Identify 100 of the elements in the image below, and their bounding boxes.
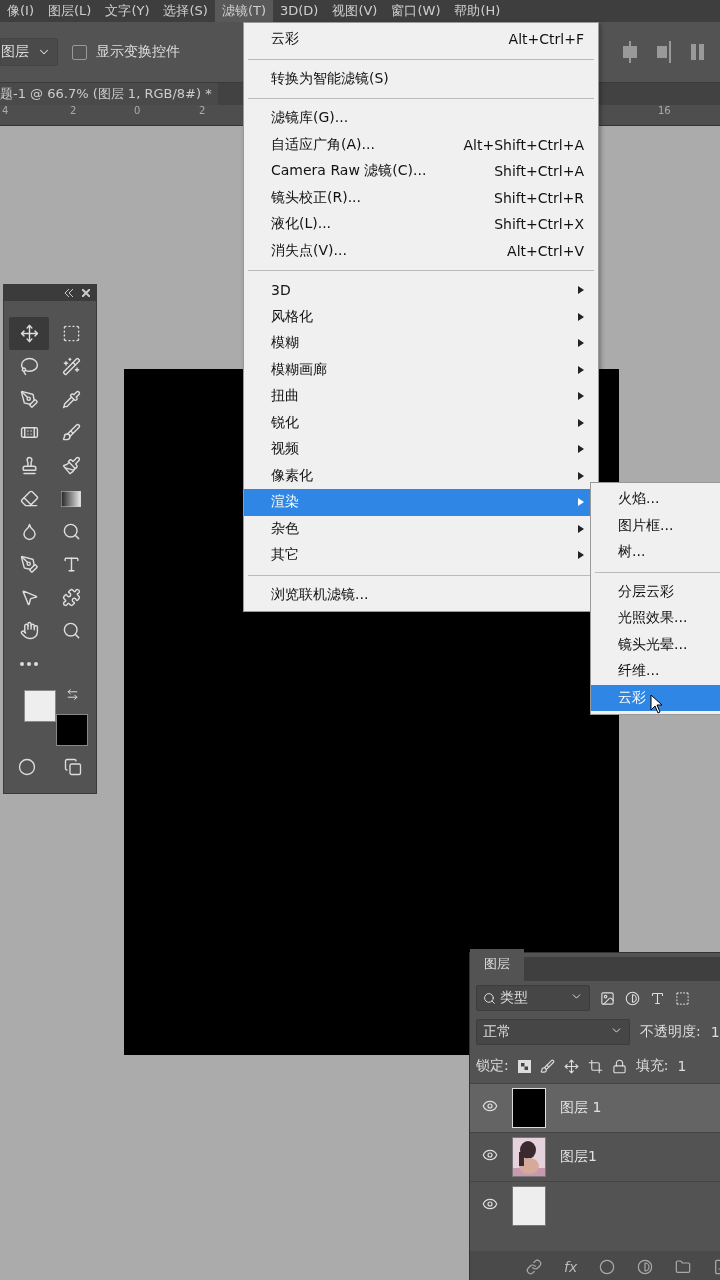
eye-icon <box>482 1196 498 1212</box>
align-center-icon[interactable] <box>622 41 638 63</box>
collapse-icon[interactable] <box>64 289 74 297</box>
ruler-label: 16 <box>657 105 672 116</box>
path-select-icon <box>19 588 39 607</box>
menu-item[interactable]: 文字(Y) <box>98 0 157 22</box>
menu-item[interactable]: 图层(L) <box>41 0 99 22</box>
menu-item[interactable]: 3D <box>244 277 598 304</box>
link-icon <box>526 1259 542 1275</box>
pen-tool-icon <box>19 555 39 574</box>
eyedropper-icon <box>61 390 81 409</box>
menu-item[interactable]: 风格化 <box>244 303 598 330</box>
layer-name: 图层 1 <box>560 1099 602 1117</box>
shortcut: Shift+Ctrl+R <box>494 189 584 206</box>
shortcut: Shift+Ctrl+X <box>494 216 584 233</box>
quick-mask-icon <box>18 758 36 776</box>
filter-dropdown[interactable]: 类型 <box>476 985 590 1011</box>
submenu-arrow-icon <box>578 312 584 321</box>
distribute-icon[interactable] <box>690 41 706 63</box>
magic-wand-icon <box>61 357 81 376</box>
ruler-label: 0 <box>133 105 142 116</box>
checkbox[interactable] <box>72 44 87 60</box>
layer-thumbnail <box>512 1186 546 1226</box>
target-dropdown[interactable]: 图层 <box>0 38 58 66</box>
image-filter-icon <box>600 990 615 1006</box>
panel-tab[interactable]: 图层 <box>470 949 524 981</box>
custom-shape-icon <box>61 588 81 607</box>
menu-item[interactable]: 滤镜(T) <box>214 0 273 22</box>
submenu-arrow-icon <box>578 365 584 374</box>
tool-button[interactable] <box>9 317 49 350</box>
opacity-label: 不透明度: <box>640 1023 701 1041</box>
swap-colors-icon <box>66 688 79 701</box>
checker-icon[interactable] <box>517 1059 531 1073</box>
submenu-arrow-icon <box>578 524 584 533</box>
menu-item[interactable]: 分层云彩 <box>591 578 720 605</box>
submenu-arrow-icon <box>578 551 584 560</box>
close-icon[interactable] <box>82 289 90 297</box>
menu-item[interactable]: 液化(L)... Shift+Ctrl+X <box>244 211 598 238</box>
menu-item[interactable]: 像素化 <box>244 462 598 489</box>
hand-icon <box>19 621 39 640</box>
lasso-tool-icon <box>19 357 39 376</box>
menu-item[interactable]: 树... <box>591 539 720 566</box>
menu-item[interactable]: 锐化 <box>244 409 598 436</box>
layer-name: 图层1 <box>560 1148 597 1166</box>
menu-item[interactable]: 云彩 Alt+Ctrl+F <box>244 26 598 53</box>
layer-row[interactable]: 图层 1 <box>470 1083 720 1132</box>
menu-item[interactable]: 纤维... <box>591 658 720 685</box>
background-swatch[interactable] <box>56 714 88 746</box>
menu-item[interactable]: 像(I) <box>0 0 41 22</box>
opacity-value[interactable]: 1 <box>710 1024 720 1040</box>
menu-item[interactable]: 滤镜库(G)... <box>244 105 598 132</box>
menu-item[interactable]: 自适应广角(A)... Alt+Shift+Ctrl+A <box>244 131 598 158</box>
mask-icon <box>599 1259 616 1275</box>
menu-item[interactable]: 窗口(W) <box>384 0 448 22</box>
stamp-icon <box>19 456 39 475</box>
shape-filter-icon <box>675 990 690 1006</box>
menu-item[interactable]: 模糊 <box>244 330 598 357</box>
fill-value[interactable]: 1 <box>677 1058 687 1074</box>
menu-item[interactable]: 转换为智能滤镜(S) <box>244 65 598 92</box>
shortcut: Alt+Shift+Ctrl+A <box>463 136 584 153</box>
submenu-arrow-icon <box>578 286 584 295</box>
shortcut: Alt+Ctrl+V <box>507 242 584 259</box>
menu-item[interactable]: 镜头光晕... <box>591 631 720 658</box>
eye-icon <box>482 1147 498 1163</box>
submenu-arrow-icon <box>578 498 584 507</box>
eraser-icon <box>19 489 39 508</box>
adjustment-icon <box>637 1259 654 1275</box>
menu-item[interactable]: 光照效果... <box>591 605 720 632</box>
shortcut: Shift+Ctrl+A <box>494 163 584 180</box>
folder-icon <box>675 1259 692 1275</box>
brush-icon <box>61 423 81 442</box>
menu-item[interactable]: 消失点(V)... Alt+Ctrl+V <box>244 237 598 264</box>
cursor-icon <box>650 694 664 714</box>
more-tools-icon <box>20 661 38 666</box>
align-right-icon[interactable] <box>656 41 672 63</box>
menu-item[interactable]: 视图(V) <box>325 0 385 22</box>
menu-item[interactable]: 云彩 <box>591 684 720 711</box>
brush-lock-icon <box>539 1058 555 1074</box>
shortcut: Alt+Ctrl+F <box>508 31 584 48</box>
menu-item[interactable]: 选择(S) <box>156 0 215 22</box>
screen-mode-icon <box>64 758 82 776</box>
menu-item[interactable]: 视频 <box>244 436 598 463</box>
submenu-arrow-icon <box>578 418 584 427</box>
fx-button[interactable]: fx <box>564 1259 578 1275</box>
menu-item[interactable]: 扭曲 <box>244 383 598 410</box>
ruler-label: 2 <box>69 105 78 116</box>
ruler-label: 2 <box>198 105 207 116</box>
submenu-arrow-icon <box>578 392 584 401</box>
menu-item[interactable]: 镜头校正(R)... Shift+Ctrl+R <box>244 184 598 211</box>
document-tab[interactable]: 题-1 @ 66.7% (图层 1, RGB/8#) * <box>0 83 218 105</box>
blend-mode-dropdown[interactable]: 正常 <box>476 1019 630 1045</box>
eye-icon <box>482 1098 498 1114</box>
move-lock-icon <box>563 1058 579 1074</box>
submenu-arrow-icon <box>578 471 584 480</box>
foreground-swatch[interactable] <box>24 690 56 722</box>
menu-item[interactable]: Camera Raw 滤镜(C)... Shift+Ctrl+A <box>244 158 598 185</box>
menu-item[interactable]: 3D(D) <box>272 0 326 22</box>
submenu-arrow-icon <box>578 445 584 454</box>
menu-item[interactable]: 模糊画廊 <box>244 356 598 383</box>
menu-item[interactable]: 帮助(H) <box>447 0 508 22</box>
